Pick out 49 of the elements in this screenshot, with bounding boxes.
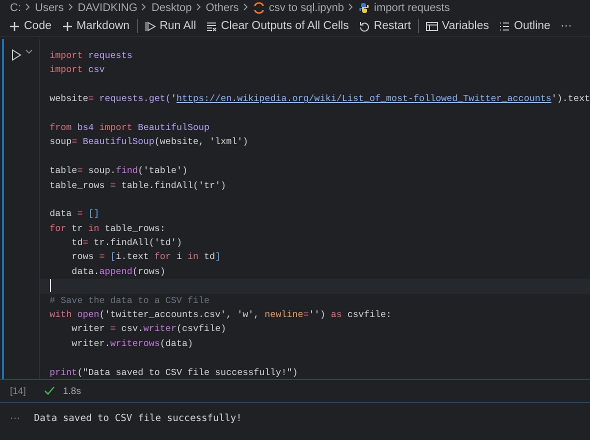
toolbar-button[interactable]: Run All: [140, 18, 201, 34]
output-menu-button[interactable]: ···: [10, 412, 20, 424]
code-line: table_rows = table.findAll('tr'): [50, 180, 226, 191]
breadcrumb-item[interactable]: csv to sql.ipynb: [268, 2, 344, 14]
code-line: import csv: [50, 64, 105, 76]
code-line: table= soup.find('table'): [50, 165, 188, 176]
plus-icon: [62, 20, 72, 32]
code-line: with open('twitter_accounts.csv', 'w', newline='') as csvfile:: [50, 309, 392, 320]
code-line: website= requests.get('https://en.wikipedia.org/wiki/List_of_most-followed_Twitter_accounts').text: [50, 93, 590, 104]
code-line: from bs4 import BeautifulSoup: [50, 122, 210, 133]
chevron-down-icon[interactable]: [25, 49, 34, 55]
code-line: rows = [i.text for i in td]: [70, 251, 221, 262]
restart-icon: [358, 20, 370, 32]
toolbar-button[interactable]: Clear Outputs of All Cells: [201, 18, 354, 34]
code-line: # Save the data to a CSV file: [50, 294, 210, 306]
variables-icon: [426, 20, 438, 32]
code-editor[interactable]: [38, 39, 590, 379]
execution-time: 1.8s: [63, 386, 81, 396]
code-line: writer = csv.writer(csvfile): [70, 323, 226, 334]
clear-icon: [206, 20, 217, 32]
toolbar-button[interactable]: Restart: [354, 18, 416, 34]
breadcrumb-item[interactable]: Users: [35, 2, 64, 14]
breadcrumb-item[interactable]: Desktop: [151, 2, 192, 14]
breadcrumb-item[interactable]: DAVIDKING: [78, 2, 138, 14]
code-line: print("Data saved to CSV file successfully!"): [50, 366, 298, 378]
toolbar-button[interactable]: Markdown: [56, 18, 135, 34]
execution-count: [14]: [10, 386, 27, 396]
code-line: soup= BeautifulSoup(website, 'lxml'): [50, 136, 248, 148]
breadcrumb-item[interactable]: Others: [206, 2, 239, 14]
toolbar-button[interactable]: Variables: [420, 18, 494, 34]
run-cell-icon[interactable]: [11, 49, 22, 61]
breadcrumb-item[interactable]: import requests: [374, 2, 450, 14]
python-icon: [358, 2, 370, 14]
more-button[interactable]: ···: [555, 18, 577, 34]
toolbar-button[interactable]: Code: [4, 18, 56, 34]
code-line: import requests: [50, 50, 132, 61]
cell-output: Data saved to CSV file successfully!: [34, 412, 242, 424]
code-line: data.append(rows): [70, 266, 166, 277]
breadcrumb-item[interactable]: C:: [10, 2, 21, 14]
toolbar-button[interactable]: Outline: [494, 18, 556, 34]
code-line: td= tr.findAll('td'): [70, 237, 182, 248]
code-line: writer.writerows(data): [70, 338, 193, 349]
run-icon: [144, 20, 156, 32]
outline-icon: [499, 20, 510, 32]
code-line: data = []: [50, 208, 100, 220]
code-line: for tr in table_rows:: [50, 222, 166, 234]
notebook-icon: [252, 2, 265, 14]
text-cursor: [50, 279, 51, 292]
plus-icon: [9, 20, 20, 32]
